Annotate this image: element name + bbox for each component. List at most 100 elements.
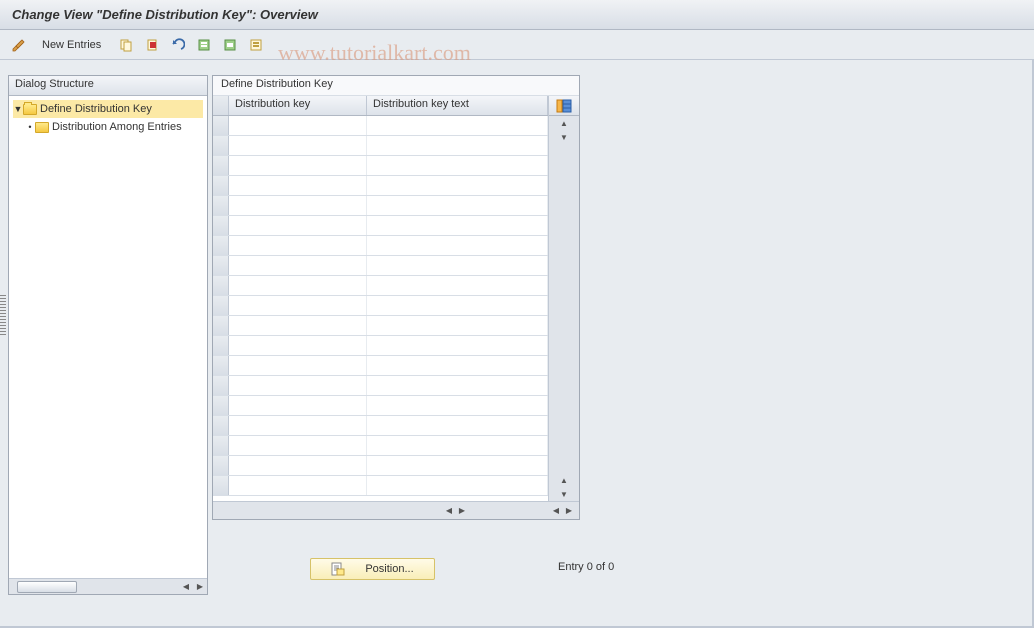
table-row[interactable]	[213, 276, 548, 296]
cell-distribution-key-text[interactable]	[367, 436, 548, 455]
table-row[interactable]	[213, 336, 548, 356]
cell-distribution-key-text[interactable]	[367, 176, 548, 195]
tree-item-distribution-among[interactable]: • Distribution Among Entries	[13, 118, 203, 136]
cell-distribution-key[interactable]	[229, 256, 367, 275]
cell-distribution-key[interactable]	[229, 216, 367, 235]
copy-button[interactable]	[115, 34, 137, 56]
cell-distribution-key[interactable]	[229, 356, 367, 375]
scroll-down-icon[interactable]: ▼	[549, 130, 579, 144]
row-selector[interactable]	[213, 196, 229, 215]
table-row[interactable]	[213, 196, 548, 216]
cell-distribution-key[interactable]	[229, 336, 367, 355]
table-row[interactable]	[213, 116, 548, 136]
tree-horizontal-scrollbar[interactable]: ◀ ▶	[9, 578, 207, 594]
row-selector[interactable]	[213, 156, 229, 175]
row-selector[interactable]	[213, 236, 229, 255]
cell-distribution-key[interactable]	[229, 236, 367, 255]
cell-distribution-key[interactable]	[229, 136, 367, 155]
row-selector[interactable]	[213, 316, 229, 335]
row-selector[interactable]	[213, 456, 229, 475]
row-selector[interactable]	[213, 356, 229, 375]
cell-distribution-key-text[interactable]	[367, 116, 548, 135]
cell-distribution-key[interactable]	[229, 396, 367, 415]
scroll-right-icon[interactable]: ▶	[193, 580, 207, 594]
cell-distribution-key-text[interactable]	[367, 296, 548, 315]
scroll-left-icon[interactable]: ◀	[550, 504, 562, 518]
row-selector[interactable]	[213, 216, 229, 235]
cell-distribution-key-text[interactable]	[367, 216, 548, 235]
row-selector[interactable]	[213, 296, 229, 315]
table-row[interactable]	[213, 456, 548, 476]
cell-distribution-key[interactable]	[229, 196, 367, 215]
cell-distribution-key[interactable]	[229, 296, 367, 315]
tree-item-define-distribution-key[interactable]: ▼ Define Distribution Key	[13, 100, 203, 118]
scroll-left-icon[interactable]: ◀	[443, 504, 455, 518]
cell-distribution-key-text[interactable]	[367, 156, 548, 175]
select-block-button[interactable]	[219, 34, 241, 56]
cell-distribution-key[interactable]	[229, 456, 367, 475]
table-row[interactable]	[213, 416, 548, 436]
splitter-handle[interactable]	[0, 295, 6, 335]
table-row[interactable]	[213, 256, 548, 276]
cell-distribution-key[interactable]	[229, 176, 367, 195]
cell-distribution-key-text[interactable]	[367, 396, 548, 415]
cell-distribution-key-text[interactable]	[367, 416, 548, 435]
new-entries-button[interactable]: New Entries	[38, 37, 105, 53]
row-selector[interactable]	[213, 176, 229, 195]
table-row[interactable]	[213, 236, 548, 256]
position-button[interactable]: Position...	[310, 558, 435, 580]
cell-distribution-key[interactable]	[229, 116, 367, 135]
table-row[interactable]	[213, 296, 548, 316]
row-selector[interactable]	[213, 376, 229, 395]
scroll-up-icon[interactable]: ▲	[549, 473, 579, 487]
collapse-icon[interactable]: ▼	[13, 104, 23, 114]
row-selector[interactable]	[213, 336, 229, 355]
cell-distribution-key[interactable]	[229, 316, 367, 335]
vertical-scrollbar[interactable]: ▲ ▼ ▲ ▼	[549, 116, 579, 501]
cell-distribution-key-text[interactable]	[367, 236, 548, 255]
table-row[interactable]	[213, 356, 548, 376]
scroll-up-icon[interactable]: ▲	[549, 116, 579, 130]
delete-button[interactable]	[141, 34, 163, 56]
cell-distribution-key[interactable]	[229, 156, 367, 175]
table-row[interactable]	[213, 396, 548, 416]
column-distribution-key[interactable]: Distribution key	[229, 96, 367, 115]
table-row[interactable]	[213, 216, 548, 236]
cell-distribution-key-text[interactable]	[367, 136, 548, 155]
scroll-down-icon[interactable]: ▼	[549, 487, 579, 501]
column-distribution-key-text[interactable]: Distribution key text	[367, 96, 548, 115]
select-all-column[interactable]	[213, 96, 229, 115]
row-selector[interactable]	[213, 276, 229, 295]
cell-distribution-key-text[interactable]	[367, 456, 548, 475]
cell-distribution-key-text[interactable]	[367, 196, 548, 215]
deselect-all-button[interactable]	[245, 34, 267, 56]
row-selector[interactable]	[213, 396, 229, 415]
table-horizontal-scrollbar[interactable]: ◀ ▶ ◀ ▶	[213, 501, 579, 519]
cell-distribution-key[interactable]	[229, 416, 367, 435]
cell-distribution-key-text[interactable]	[367, 256, 548, 275]
scrollbar-thumb[interactable]	[17, 581, 77, 593]
table-row[interactable]	[213, 176, 548, 196]
undo-button[interactable]	[167, 34, 189, 56]
row-selector[interactable]	[213, 256, 229, 275]
scroll-right-icon[interactable]: ▶	[563, 504, 575, 518]
table-row[interactable]	[213, 476, 548, 496]
toggle-button[interactable]	[8, 34, 30, 56]
cell-distribution-key[interactable]	[229, 436, 367, 455]
table-settings-button[interactable]	[549, 96, 579, 116]
row-selector[interactable]	[213, 416, 229, 435]
table-row[interactable]	[213, 376, 548, 396]
table-row[interactable]	[213, 136, 548, 156]
table-row[interactable]	[213, 316, 548, 336]
cell-distribution-key-text[interactable]	[367, 276, 548, 295]
table-row[interactable]	[213, 436, 548, 456]
row-selector[interactable]	[213, 436, 229, 455]
cell-distribution-key-text[interactable]	[367, 336, 548, 355]
row-selector[interactable]	[213, 476, 229, 495]
cell-distribution-key[interactable]	[229, 476, 367, 495]
scroll-left-icon[interactable]: ◀	[179, 580, 193, 594]
cell-distribution-key-text[interactable]	[367, 356, 548, 375]
row-selector[interactable]	[213, 136, 229, 155]
scroll-right-icon[interactable]: ▶	[456, 504, 468, 518]
cell-distribution-key[interactable]	[229, 276, 367, 295]
